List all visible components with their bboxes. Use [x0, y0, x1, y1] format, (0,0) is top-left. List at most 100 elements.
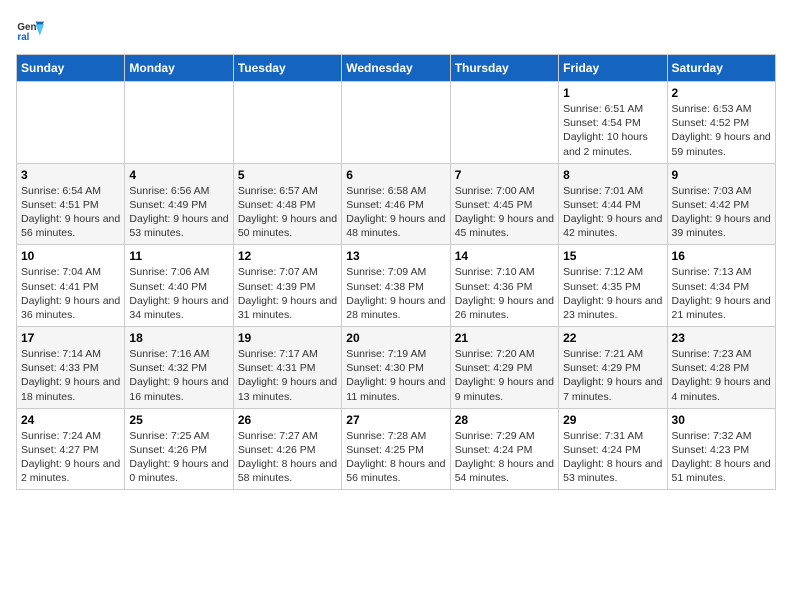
calendar-cell: 13 Sunrise: 7:09 AM Sunset: 4:38 PM Dayli… — [342, 245, 450, 327]
calendar-cell: 19 Sunrise: 7:17 AM Sunset: 4:31 PM Dayli… — [233, 327, 341, 409]
calendar-cell: 22Sunrise: 7:21 AM Sunset: 4:29 PM Dayli… — [559, 327, 667, 409]
calendar-cell — [17, 82, 125, 164]
day-number: 20 — [346, 331, 445, 345]
day-number: 25 — [129, 413, 228, 427]
day-number: 9 — [672, 168, 771, 182]
column-header-tuesday: Tuesday — [233, 55, 341, 82]
day-info: Sunrise: 7:31 AM Sunset: 4:24 PM Dayligh… — [563, 429, 662, 486]
day-number: 16 — [672, 249, 771, 263]
calendar-cell: 15 Sunrise: 7:12 AM Sunset: 4:35 PM Dayli… — [559, 245, 667, 327]
calendar-week-3: 10 Sunrise: 7:04 AM Sunset: 4:41 PM Dayli… — [17, 245, 776, 327]
calendar-cell: 12 Sunrise: 7:07 AM Sunset: 4:39 PM Dayli… — [233, 245, 341, 327]
day-info: Sunrise: 7:32 AM Sunset: 4:23 PM Dayligh… — [672, 429, 771, 486]
calendar-week-1: 1 Sunrise: 6:51 AM Sunset: 4:54 PM Daylig… — [17, 82, 776, 164]
calendar-cell — [450, 82, 558, 164]
day-info: Sunrise: 7:27 AM Sunset: 4:26 PM Dayligh… — [238, 429, 337, 486]
day-number: 24 — [21, 413, 120, 427]
day-info: Sunrise: 7:25 AM Sunset: 4:26 PM Dayligh… — [129, 429, 228, 486]
day-info: Sunrise: 7:20 AM Sunset: 4:29 PM Dayligh… — [455, 347, 554, 404]
day-info: Sunrise: 7:12 AM Sunset: 4:35 PM Dayligh… — [563, 265, 662, 322]
day-number: 4 — [129, 168, 228, 182]
calendar-cell: 24 Sunrise: 7:24 AM Sunset: 4:27 PM Dayli… — [17, 408, 125, 490]
day-info: Sunrise: 7:04 AM Sunset: 4:41 PM Dayligh… — [21, 265, 120, 322]
calendar-cell: 27 Sunrise: 7:28 AM Sunset: 4:25 PM Dayli… — [342, 408, 450, 490]
calendar-cell: 20Sunrise: 7:19 AM Sunset: 4:30 PM Dayli… — [342, 327, 450, 409]
calendar-header-row: SundayMondayTuesdayWednesdayThursdayFrid… — [17, 55, 776, 82]
day-number: 29 — [563, 413, 662, 427]
column-header-thursday: Thursday — [450, 55, 558, 82]
day-number: 2 — [672, 86, 771, 100]
day-number: 26 — [238, 413, 337, 427]
calendar-cell: 16 Sunrise: 7:13 AM Sunset: 4:34 PM Dayli… — [667, 245, 775, 327]
calendar-cell: 17Sunrise: 7:14 AM Sunset: 4:33 PM Dayli… — [17, 327, 125, 409]
day-info: Sunrise: 6:54 AM Sunset: 4:51 PM Dayligh… — [21, 184, 120, 241]
day-info: Sunrise: 7:06 AM Sunset: 4:40 PM Dayligh… — [129, 265, 228, 322]
calendar-cell: 1 Sunrise: 6:51 AM Sunset: 4:54 PM Daylig… — [559, 82, 667, 164]
day-number: 30 — [672, 413, 771, 427]
calendar-cell: 4Sunrise: 6:56 AM Sunset: 4:49 PM Daylig… — [125, 163, 233, 245]
logo: Gene ral — [16, 16, 48, 44]
column-header-friday: Friday — [559, 55, 667, 82]
day-info: Sunrise: 6:58 AM Sunset: 4:46 PM Dayligh… — [346, 184, 445, 241]
day-info: Sunrise: 7:10 AM Sunset: 4:36 PM Dayligh… — [455, 265, 554, 322]
calendar-cell: 26 Sunrise: 7:27 AM Sunset: 4:26 PM Dayli… — [233, 408, 341, 490]
day-number: 15 — [563, 249, 662, 263]
column-header-wednesday: Wednesday — [342, 55, 450, 82]
calendar-cell: 25 Sunrise: 7:25 AM Sunset: 4:26 PM Dayli… — [125, 408, 233, 490]
column-header-sunday: Sunday — [17, 55, 125, 82]
day-number: 5 — [238, 168, 337, 182]
calendar-table: SundayMondayTuesdayWednesdayThursdayFrid… — [16, 54, 776, 490]
calendar-cell: 23Sunrise: 7:23 AM Sunset: 4:28 PM Dayli… — [667, 327, 775, 409]
calendar-cell: 11 Sunrise: 7:06 AM Sunset: 4:40 PM Dayli… — [125, 245, 233, 327]
day-number: 1 — [563, 86, 662, 100]
day-info: Sunrise: 7:03 AM Sunset: 4:42 PM Dayligh… — [672, 184, 771, 241]
day-info: Sunrise: 7:23 AM Sunset: 4:28 PM Dayligh… — [672, 347, 771, 404]
day-info: Sunrise: 7:16 AM Sunset: 4:32 PM Dayligh… — [129, 347, 228, 404]
calendar-cell: 9 Sunrise: 7:03 AM Sunset: 4:42 PM Daylig… — [667, 163, 775, 245]
day-number: 8 — [563, 168, 662, 182]
day-number: 7 — [455, 168, 554, 182]
day-number: 28 — [455, 413, 554, 427]
column-header-monday: Monday — [125, 55, 233, 82]
calendar-cell: 30 Sunrise: 7:32 AM Sunset: 4:23 PM Dayli… — [667, 408, 775, 490]
calendar-cell: 8 Sunrise: 7:01 AM Sunset: 4:44 PM Daylig… — [559, 163, 667, 245]
day-number: 14 — [455, 249, 554, 263]
day-info: Sunrise: 7:17 AM Sunset: 4:31 PM Dayligh… — [238, 347, 337, 404]
day-number: 11 — [129, 249, 228, 263]
day-number: 6 — [346, 168, 445, 182]
calendar-cell: 18 Sunrise: 7:16 AM Sunset: 4:32 PM Dayli… — [125, 327, 233, 409]
day-info: Sunrise: 7:13 AM Sunset: 4:34 PM Dayligh… — [672, 265, 771, 322]
svg-text:ral: ral — [17, 32, 29, 43]
day-number: 3 — [21, 168, 120, 182]
day-info: Sunrise: 7:21 AM Sunset: 4:29 PM Dayligh… — [563, 347, 662, 404]
page-header: Gene ral — [16, 16, 776, 44]
day-info: Sunrise: 7:29 AM Sunset: 4:24 PM Dayligh… — [455, 429, 554, 486]
day-info: Sunrise: 7:28 AM Sunset: 4:25 PM Dayligh… — [346, 429, 445, 486]
day-number: 19 — [238, 331, 337, 345]
calendar-week-4: 17Sunrise: 7:14 AM Sunset: 4:33 PM Dayli… — [17, 327, 776, 409]
day-number: 18 — [129, 331, 228, 345]
day-info: Sunrise: 7:14 AM Sunset: 4:33 PM Dayligh… — [21, 347, 120, 404]
logo-icon: Gene ral — [16, 16, 44, 44]
day-number: 10 — [21, 249, 120, 263]
day-number: 12 — [238, 249, 337, 263]
day-info: Sunrise: 6:57 AM Sunset: 4:48 PM Dayligh… — [238, 184, 337, 241]
day-number: 21 — [455, 331, 554, 345]
day-info: Sunrise: 7:01 AM Sunset: 4:44 PM Dayligh… — [563, 184, 662, 241]
day-info: Sunrise: 7:07 AM Sunset: 4:39 PM Dayligh… — [238, 265, 337, 322]
calendar-cell — [233, 82, 341, 164]
calendar-cell: 3 Sunrise: 6:54 AM Sunset: 4:51 PM Daylig… — [17, 163, 125, 245]
calendar-cell: 5 Sunrise: 6:57 AM Sunset: 4:48 PM Daylig… — [233, 163, 341, 245]
day-info: Sunrise: 6:53 AM Sunset: 4:52 PM Dayligh… — [672, 102, 771, 159]
day-info: Sunrise: 6:51 AM Sunset: 4:54 PM Dayligh… — [563, 102, 662, 159]
calendar-cell: 28 Sunrise: 7:29 AM Sunset: 4:24 PM Dayli… — [450, 408, 558, 490]
calendar-cell: 21 Sunrise: 7:20 AM Sunset: 4:29 PM Dayli… — [450, 327, 558, 409]
day-number: 13 — [346, 249, 445, 263]
day-info: Sunrise: 7:09 AM Sunset: 4:38 PM Dayligh… — [346, 265, 445, 322]
calendar-cell — [125, 82, 233, 164]
calendar-cell — [342, 82, 450, 164]
day-number: 27 — [346, 413, 445, 427]
calendar-cell: 6 Sunrise: 6:58 AM Sunset: 4:46 PM Daylig… — [342, 163, 450, 245]
calendar-week-2: 3 Sunrise: 6:54 AM Sunset: 4:51 PM Daylig… — [17, 163, 776, 245]
day-info: Sunrise: 7:24 AM Sunset: 4:27 PM Dayligh… — [21, 429, 120, 486]
